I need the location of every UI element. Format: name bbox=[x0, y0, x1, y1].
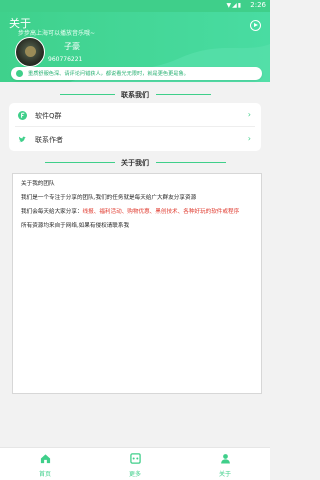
tab-label: 更多 bbox=[128, 471, 141, 478]
about-text-box: 关于我的团队 我们是一个专注于分享的团队,我们的任务就是每天给广大群友分享资源 … bbox=[12, 173, 262, 394]
notice-bar[interactable]: 重质舒服色深、请评论问错获人，都说看光无限时，就是更色更是鲁。 bbox=[11, 67, 262, 80]
contact-section-header: 联系我们 bbox=[0, 90, 270, 100]
tab-home[interactable]: 首页 bbox=[0, 448, 90, 480]
about-paragraph: 关于我的团队 bbox=[21, 181, 55, 187]
about-paragraph: 我们会每天给大家分享：线报、福利活动、购物优惠、黑创技术、各种好玩的软件或程序 bbox=[21, 208, 253, 217]
bottom-tab-bar: 首页 更多 关于 bbox=[0, 447, 270, 480]
about-paragraph: 我们是一个专注于分享的团队,我们的任务就是每天给广大群友分享资源 bbox=[21, 195, 197, 201]
about-section-header: 关于我们 bbox=[0, 158, 270, 168]
about-section-title: 关于我们 bbox=[121, 159, 149, 167]
about-share-topics: 线报、福利活动、购物优惠、黑创技术、各种好玩的软件或程序 bbox=[82, 209, 240, 215]
tab-about[interactable]: 关于 bbox=[180, 448, 270, 480]
status-bar: ▼◢▮ 2:26 bbox=[0, 0, 270, 12]
user-name: 子豪 bbox=[64, 42, 80, 51]
about-share-prefix: 我们会每天给大家分享： bbox=[21, 209, 83, 215]
status-icons: ▼◢▮ bbox=[226, 2, 242, 9]
notice-text: 重质舒服色深、请评论问错获人，都说看光无限时，就是更色更是鲁。 bbox=[28, 71, 189, 77]
user-qq: 960776221 bbox=[48, 56, 83, 63]
contact-item-author[interactable]: 联系作者 › bbox=[9, 127, 261, 151]
home-icon bbox=[40, 454, 51, 464]
contact-item-qq-group[interactable]: 软件Q群 › bbox=[9, 103, 261, 127]
contact-card: 软件Q群 › 联系作者 › bbox=[9, 103, 261, 151]
chevron-right-icon: › bbox=[247, 134, 251, 143]
tab-label: 首页 bbox=[38, 471, 51, 478]
contact-section-title: 联系我们 bbox=[121, 91, 149, 99]
contact-item-label: 软件Q群 bbox=[35, 112, 62, 120]
play-music-icon[interactable] bbox=[250, 20, 261, 31]
twitter-bird-icon bbox=[18, 136, 26, 143]
qq-group-icon bbox=[18, 111, 27, 120]
tab-label: 关于 bbox=[218, 471, 231, 478]
about-paragraph: 所有资源均来自于网络,如果有侵权请联系我 bbox=[21, 223, 130, 229]
avatar[interactable] bbox=[15, 37, 45, 67]
contact-item-label: 联系作者 bbox=[35, 136, 63, 144]
user-icon bbox=[221, 454, 230, 464]
status-time: 2:26 bbox=[250, 1, 266, 9]
tab-more[interactable]: 更多 bbox=[90, 448, 180, 480]
speaker-icon bbox=[16, 70, 23, 77]
more-icon bbox=[130, 453, 141, 464]
chevron-right-icon: › bbox=[247, 110, 251, 119]
